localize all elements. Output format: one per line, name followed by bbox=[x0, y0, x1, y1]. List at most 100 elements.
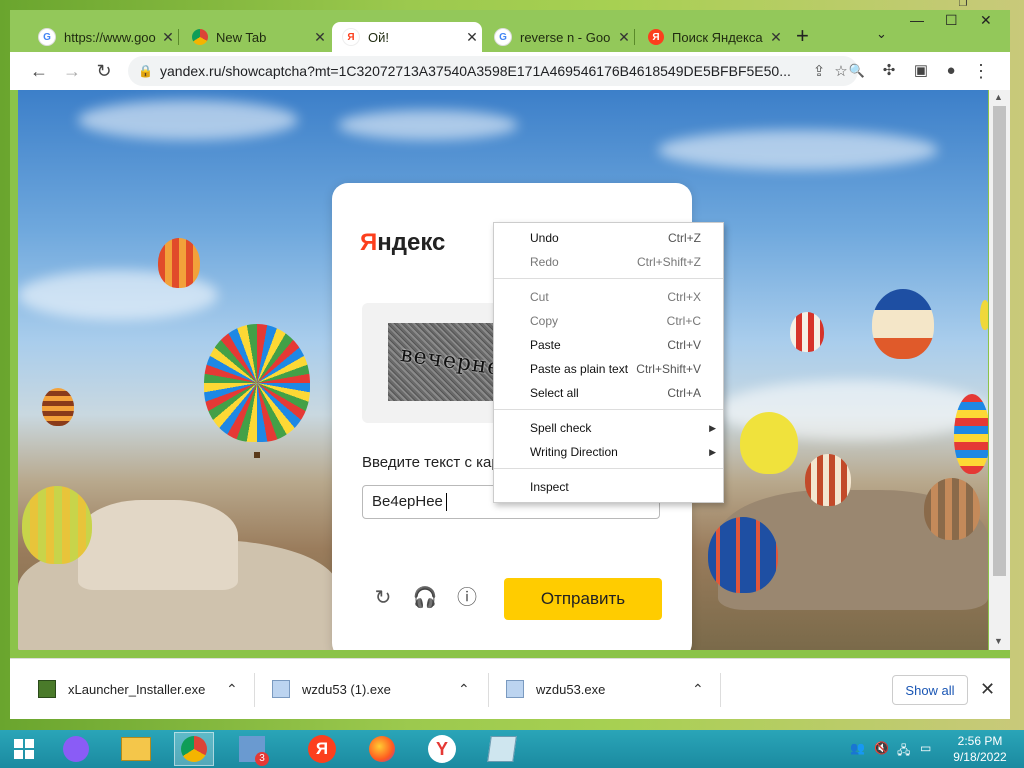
google-icon: G bbox=[494, 28, 512, 46]
menu-item-undo[interactable]: Undo Ctrl+Z bbox=[494, 228, 723, 248]
network-icon[interactable]: 🖧 bbox=[897, 741, 910, 762]
yandex-browser-icon[interactable]: Y bbox=[422, 732, 462, 766]
balloon-basket bbox=[254, 452, 260, 458]
lock-icon[interactable]: 🔒 bbox=[138, 64, 153, 78]
app-taskbar-icon[interactable]: 3 bbox=[232, 732, 272, 766]
download-shelf: xLauncher_Installer.exe ⌃ wzdu53 (1).exe… bbox=[10, 658, 1010, 719]
tab-new-tab[interactable]: New Tab ✕ bbox=[182, 22, 330, 52]
page-scrollbar[interactable]: ▲ ▼ bbox=[989, 90, 1010, 650]
forward-arrow-icon[interactable]: → bbox=[61, 60, 83, 82]
back-arrow-icon[interactable]: ← bbox=[28, 60, 50, 82]
download-item[interactable]: wzdu53.exe ⌃ bbox=[506, 677, 704, 701]
download-item[interactable]: wzdu53 (1).exe ⌃ bbox=[272, 677, 470, 701]
url-text[interactable]: yandex.ru/showcaptcha?mt=1C32072713A3754… bbox=[160, 63, 808, 79]
download-divider bbox=[254, 673, 255, 707]
hot-air-balloon bbox=[980, 300, 988, 330]
close-tab-icon[interactable]: ✕ bbox=[310, 29, 330, 46]
menu-item-redo[interactable]: Redo Ctrl+Shift+Z bbox=[494, 252, 723, 272]
cloud bbox=[658, 130, 938, 170]
tab-title: https://www.goo bbox=[64, 29, 156, 45]
yandex-logo: Яндекс bbox=[360, 229, 446, 256]
volume-muted-icon[interactable]: 🔇 bbox=[874, 741, 889, 755]
close-tab-icon[interactable]: ✕ bbox=[766, 29, 786, 46]
minecraft-file-icon bbox=[38, 680, 56, 698]
refresh-icon[interactable]: ↻ bbox=[370, 585, 396, 611]
new-tab-button[interactable]: + bbox=[796, 25, 809, 47]
context-menu: Undo Ctrl+Z Redo Ctrl+Shift+Z Cut Ctrl+X Co… bbox=[493, 222, 724, 503]
menu-separator bbox=[494, 278, 723, 279]
network-user-icon[interactable]: 👥 bbox=[850, 741, 865, 755]
close-tab-icon[interactable]: ✕ bbox=[614, 29, 634, 46]
hot-air-balloon bbox=[924, 478, 980, 540]
system-clock[interactable]: 2:56 PM 9/18/2022 bbox=[945, 733, 1015, 765]
menu-item-copy[interactable]: Copy Ctrl+C bbox=[494, 311, 723, 331]
menu-item-inspect[interactable]: Inspect bbox=[494, 477, 723, 497]
menu-item-writing-direction[interactable]: Writing Direction ▶ bbox=[494, 442, 723, 462]
monitor-icon[interactable]: ▭ bbox=[920, 741, 931, 755]
chevron-up-icon[interactable]: ⌃ bbox=[226, 681, 238, 698]
installer-file-icon bbox=[272, 680, 290, 698]
alice-assistant-icon[interactable] bbox=[56, 732, 96, 766]
tab-google-1[interactable]: G https://www.goo ✕ bbox=[28, 22, 178, 52]
scrollbar-thumb[interactable] bbox=[993, 106, 1006, 576]
hot-air-balloon bbox=[805, 454, 851, 506]
share-icon[interactable]: ⇪ bbox=[808, 62, 830, 80]
download-filename: wzdu53.exe bbox=[536, 681, 606, 697]
chevron-up-icon[interactable]: ⌃ bbox=[692, 681, 704, 698]
file-explorer-icon[interactable] bbox=[116, 732, 156, 766]
chevron-up-icon[interactable]: ⌃ bbox=[458, 681, 470, 698]
hot-air-balloon bbox=[204, 324, 310, 442]
yandex-taskbar-icon[interactable]: Я bbox=[302, 732, 342, 766]
tab-strip: G https://www.goo ✕ New Tab ✕ Я Ой! ✕ G … bbox=[10, 10, 1010, 52]
submit-button[interactable]: Отправить bbox=[504, 578, 662, 620]
side-panel-icon[interactable]: ▣ bbox=[910, 60, 932, 82]
show-all-button[interactable]: Show all bbox=[892, 675, 968, 705]
tab-title: Поиск Яндекса bbox=[672, 29, 763, 45]
hot-air-balloon bbox=[872, 289, 934, 359]
restore-icon[interactable]: ❐ bbox=[952, 0, 974, 10]
close-tab-icon[interactable]: ✕ bbox=[462, 29, 482, 46]
tab-reverse-google[interactable]: G reverse n - Goo ✕ bbox=[484, 22, 634, 52]
download-item[interactable]: xLauncher_Installer.exe ⌃ bbox=[38, 677, 238, 701]
menu-kebab-icon[interactable]: ⋮ bbox=[970, 60, 992, 82]
profile-avatar-icon[interactable]: ● bbox=[940, 60, 962, 82]
tab-oi-active[interactable]: Я Ой! ✕ bbox=[332, 22, 482, 52]
tab-title: reverse n - Goo bbox=[520, 29, 611, 45]
close-tab-icon[interactable]: ✕ bbox=[158, 29, 178, 46]
firefox-icon[interactable] bbox=[362, 732, 402, 766]
menu-item-spell-check[interactable]: Spell check ▶ bbox=[494, 418, 723, 438]
start-button[interactable] bbox=[2, 732, 46, 766]
menu-separator bbox=[494, 468, 723, 469]
tab-divider bbox=[178, 29, 179, 45]
menu-item-paste[interactable]: Paste Ctrl+V bbox=[494, 335, 723, 355]
extensions-puzzle-icon[interactable]: ✣ bbox=[878, 60, 900, 82]
menu-item-cut[interactable]: Cut Ctrl+X bbox=[494, 287, 723, 307]
close-shelf-icon[interactable]: ✕ bbox=[980, 679, 995, 700]
scroll-down-icon[interactable]: ▼ bbox=[994, 636, 1003, 646]
yandex-icon: Я bbox=[648, 29, 664, 45]
hot-air-balloon bbox=[22, 486, 92, 564]
maximize-icon[interactable]: ☐ bbox=[945, 12, 958, 29]
menu-item-paste-plain[interactable]: Paste as plain text Ctrl+Shift+V bbox=[494, 359, 723, 379]
chrome-taskbar-icon[interactable] bbox=[174, 732, 214, 766]
taskbar: 3 Я Y 👥 🔇 🖧 ▭ 2:56 PM 9/18/2022 bbox=[0, 730, 1024, 768]
scroll-up-icon[interactable]: ▲ bbox=[994, 92, 1003, 102]
notepad-icon[interactable] bbox=[482, 732, 522, 766]
tab-title: New Tab bbox=[216, 29, 267, 45]
installer-file-icon bbox=[506, 680, 524, 698]
reload-icon[interactable]: ↻ bbox=[93, 60, 115, 82]
menu-item-select-all[interactable]: Select all Ctrl+A bbox=[494, 383, 723, 403]
notification-badge: 3 bbox=[255, 752, 269, 766]
text-caret bbox=[445, 493, 447, 512]
tab-search-chevron-icon[interactable]: ⌄ bbox=[876, 26, 887, 42]
headphones-icon[interactable]: 🎧 bbox=[412, 585, 438, 611]
clock-date: 9/18/2022 bbox=[953, 750, 1007, 764]
address-bar[interactable]: 🔒 yandex.ru/showcaptcha?mt=1C32072713A37… bbox=[128, 56, 858, 86]
close-window-icon[interactable]: ✕ bbox=[980, 12, 992, 29]
info-icon[interactable]: ⓘ bbox=[454, 585, 480, 611]
captcha-prompt: Введите текст с карт bbox=[362, 454, 507, 471]
minimize-icon[interactable]: — bbox=[910, 12, 924, 28]
clock-time: 2:56 PM bbox=[957, 734, 1003, 748]
extension-search-icon[interactable]: 🔍 bbox=[846, 60, 868, 82]
tab-yandex-search[interactable]: Я Поиск Яндекса ✕ bbox=[638, 22, 786, 52]
